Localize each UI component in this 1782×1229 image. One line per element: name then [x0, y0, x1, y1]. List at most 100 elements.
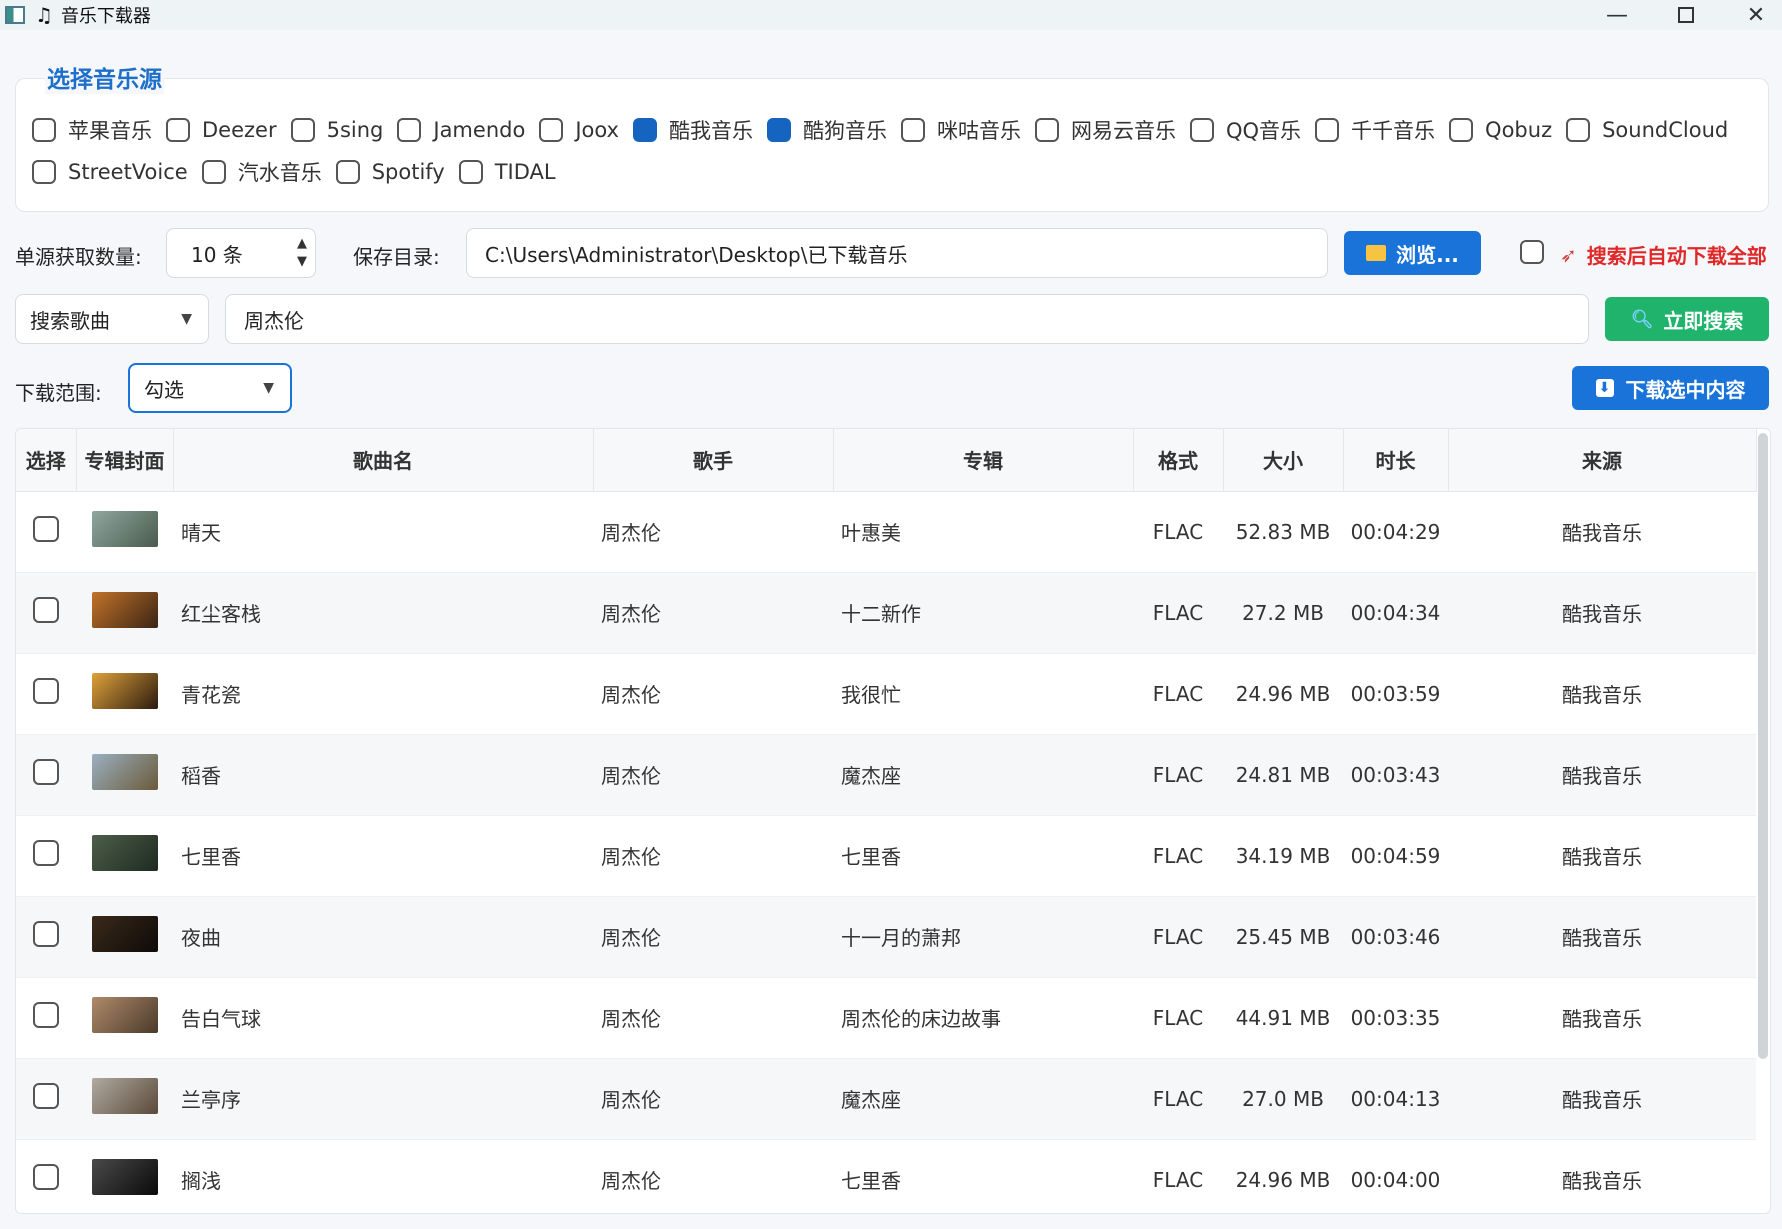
- source-checkbox[interactable]: [1034, 118, 1059, 142]
- artist-cell: 周杰伦: [593, 815, 833, 897]
- album-cell: 十一月的萧邦: [833, 896, 1133, 978]
- format-cell: FLAC: [1133, 896, 1223, 978]
- column-header[interactable]: 歌曲名: [173, 429, 594, 492]
- source-checkbox[interactable]: [458, 160, 483, 184]
- source-option[interactable]: SoundCloud: [1566, 118, 1728, 142]
- source-option[interactable]: Spotify: [335, 160, 445, 184]
- source-option[interactable]: 网易云音乐: [1034, 115, 1176, 145]
- minimize-button[interactable]: —: [1585, 0, 1649, 30]
- row-checkbox[interactable]: [33, 759, 59, 785]
- row-checkbox[interactable]: [33, 840, 59, 866]
- browse-button[interactable]: 浏览...: [1344, 231, 1481, 275]
- source-checkbox[interactable]: [335, 160, 360, 184]
- artist-cell: 周杰伦: [593, 734, 833, 816]
- search-button[interactable]: 🔍︎ 立即搜索: [1605, 297, 1769, 341]
- spin-up-icon[interactable]: ▲: [297, 235, 307, 253]
- source-label: 千千音乐: [1351, 119, 1436, 143]
- download-selected-button[interactable]: ⬇ 下载选中内容: [1572, 366, 1769, 410]
- range-select[interactable]: 勾选 ▼: [128, 363, 292, 413]
- source-option[interactable]: StreetVoice: [32, 160, 188, 184]
- size-cell: 24.96 MB: [1223, 653, 1343, 735]
- source-cell: 酷我音乐: [1448, 734, 1756, 816]
- column-header[interactable]: 格式: [1133, 429, 1224, 492]
- source-checkbox[interactable]: [1449, 118, 1474, 142]
- source-group-title: 选择音乐源: [45, 60, 164, 94]
- table-row[interactable]: 兰亭序 周杰伦 魔杰座 FLAC 27.0 MB 00:04:13 酷我音乐: [16, 1058, 1756, 1140]
- album-cover: [91, 916, 158, 952]
- row-checkbox[interactable]: [33, 597, 59, 623]
- source-checkbox[interactable]: [290, 118, 315, 142]
- size-cell: 52.83 MB: [1223, 491, 1343, 573]
- artist-cell: 周杰伦: [593, 1139, 833, 1213]
- row-checkbox[interactable]: [33, 678, 59, 704]
- duration-cell: 00:03:59: [1343, 653, 1448, 735]
- table-row[interactable]: 红尘客栈 周杰伦 十二新作 FLAC 27.2 MB 00:04:34 酷我音乐: [16, 572, 1756, 654]
- source-checkbox[interactable]: [32, 160, 56, 184]
- vertical-scrollbar[interactable]: [1758, 433, 1768, 1059]
- table-row[interactable]: 搁浅 周杰伦 七里香 FLAC 24.96 MB 00:04:00 酷我音乐: [16, 1139, 1756, 1213]
- table-row[interactable]: 夜曲 周杰伦 十一月的萧邦 FLAC 25.45 MB 00:03:46 酷我音乐: [16, 896, 1756, 978]
- column-header[interactable]: 时长: [1343, 429, 1449, 492]
- row-checkbox[interactable]: [33, 1083, 59, 1109]
- row-checkbox[interactable]: [33, 516, 59, 542]
- column-header[interactable]: 专辑: [833, 429, 1134, 492]
- source-option[interactable]: 酷我音乐: [632, 115, 753, 145]
- source-checkbox[interactable]: [1315, 118, 1340, 142]
- column-header[interactable]: 大小: [1223, 429, 1344, 492]
- source-label: SoundCloud: [1602, 118, 1729, 142]
- save-dir-input[interactable]: C:\Users\Administrator\Desktop\已下载音乐: [466, 228, 1328, 278]
- album-cell: 十二新作: [833, 572, 1133, 654]
- auto-download-checkbox[interactable]: [1520, 240, 1544, 264]
- spin-down-icon[interactable]: ▼: [297, 253, 307, 271]
- source-option[interactable]: 汽水音乐: [201, 157, 322, 187]
- spin-arrows[interactable]: ▲ ▼: [297, 235, 307, 271]
- source-option[interactable]: Deezer: [166, 118, 277, 142]
- source-checkbox[interactable]: [766, 118, 791, 142]
- column-header[interactable]: 歌手: [593, 429, 834, 492]
- source-option[interactable]: Joox: [539, 118, 619, 142]
- source-checkbox[interactable]: [32, 118, 56, 142]
- source-option[interactable]: 5sing: [290, 118, 383, 142]
- row-checkbox[interactable]: [33, 921, 59, 947]
- source-option[interactable]: 酷狗音乐: [766, 115, 887, 145]
- source-checkbox[interactable]: [166, 118, 190, 142]
- row-checkbox[interactable]: [33, 1002, 59, 1028]
- source-option[interactable]: QQ音乐: [1189, 115, 1301, 145]
- search-mode-select[interactable]: 搜索歌曲 ▼: [15, 294, 209, 344]
- search-input[interactable]: 周杰伦: [225, 294, 1589, 344]
- source-option[interactable]: Qobuz: [1449, 118, 1552, 142]
- table-row[interactable]: 晴天 周杰伦 叶惠美 FLAC 52.83 MB 00:04:29 酷我音乐: [16, 491, 1756, 573]
- table-row[interactable]: 青花瓷 周杰伦 我很忙 FLAC 24.96 MB 00:03:59 酷我音乐: [16, 653, 1756, 735]
- source-label: 苹果音乐: [68, 119, 152, 143]
- source-option[interactable]: 千千音乐: [1315, 115, 1435, 145]
- source-checkbox[interactable]: [397, 118, 422, 142]
- cover-cell: [76, 734, 173, 816]
- source-option[interactable]: TIDAL: [458, 160, 556, 184]
- table-row[interactable]: 七里香 周杰伦 七里香 FLAC 34.19 MB 00:04:59 酷我音乐: [16, 815, 1756, 897]
- source-option[interactable]: 苹果音乐: [32, 115, 152, 145]
- table-row[interactable]: 告白气球 周杰伦 周杰伦的床边故事 FLAC 44.91 MB 00:03:35 酷我音乐: [16, 977, 1756, 1059]
- range-label: 下载范围:: [15, 381, 102, 405]
- table-row[interactable]: 稻香 周杰伦 魔杰座 FLAC 24.81 MB 00:03:43 酷我音乐: [16, 734, 1756, 816]
- source-checkbox[interactable]: [1566, 118, 1591, 142]
- folder-icon: [1366, 245, 1387, 261]
- column-header[interactable]: 选择: [16, 429, 77, 492]
- album-cell: 七里香: [833, 815, 1133, 897]
- close-button[interactable]: ✕: [1724, 0, 1782, 30]
- search-query: 周杰伦: [244, 308, 304, 333]
- source-checkbox[interactable]: [1189, 118, 1214, 142]
- maximize-button[interactable]: [1654, 0, 1718, 30]
- row-checkbox[interactable]: [33, 1164, 59, 1190]
- source-option[interactable]: Jamendo: [397, 118, 525, 142]
- column-header[interactable]: 来源: [1448, 429, 1757, 492]
- column-header[interactable]: 专辑封面: [76, 429, 174, 492]
- artist-cell: 周杰伦: [593, 653, 833, 735]
- source-checkbox[interactable]: [632, 118, 657, 142]
- count-spinbox[interactable]: 10 条 ▲ ▼: [166, 228, 316, 278]
- source-checkbox[interactable]: [539, 118, 564, 142]
- source-checkbox[interactable]: [900, 118, 925, 142]
- album-cover: [91, 997, 158, 1033]
- album-cover: [91, 1078, 158, 1114]
- source-option[interactable]: 咪咕音乐: [900, 115, 1021, 145]
- source-checkbox[interactable]: [201, 160, 226, 184]
